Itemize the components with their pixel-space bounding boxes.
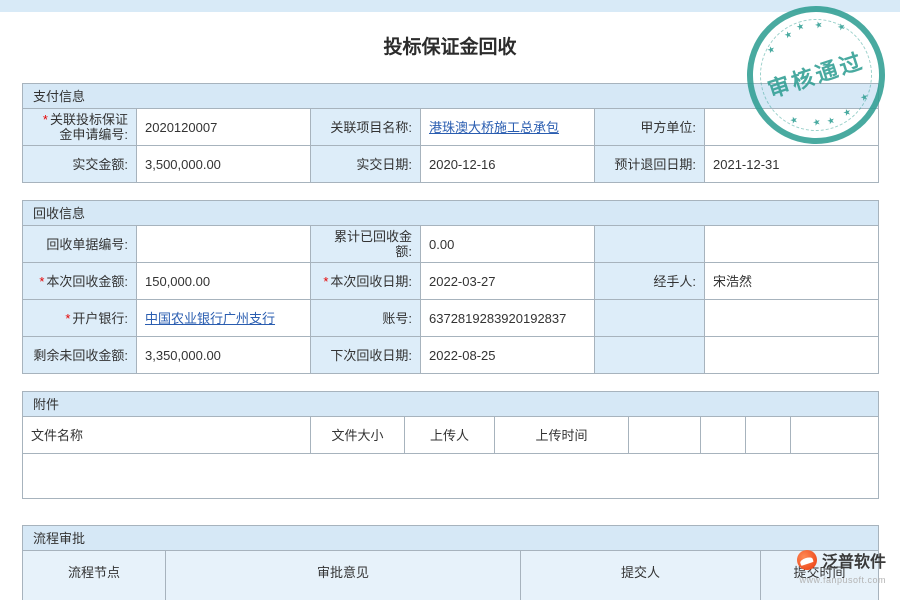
field-value-bank: 中国农业银行广州支行 <box>137 300 311 337</box>
empty-value-cell <box>705 300 879 337</box>
label-text: 回收单据编号: <box>46 237 128 252</box>
label-text: 甲方单位: <box>640 120 696 135</box>
field-value-app-no: 2020120007 <box>137 109 311 146</box>
table-row: *本次回收金额: 150,000.00 *本次回收日期: 2022-03-27 … <box>23 263 879 300</box>
table-row: 回收单据编号: 累计已回收金额: 0.00 <box>23 226 879 263</box>
table-row: 流程审批 <box>23 526 879 551</box>
table-row: *开户银行: 中国农业银行广州支行 账号: 637281928392019283… <box>23 300 879 337</box>
table-row: 文件名称 文件大小 上传人 上传时间 <box>23 417 879 454</box>
field-label-doc-no: 回收单据编号: <box>23 226 137 263</box>
field-label-project: 关联项目名称: <box>311 109 421 146</box>
brand-row: 泛普软件 <box>797 548 886 572</box>
field-value-paid-date: 2020-12-16 <box>421 146 595 183</box>
empty-value-cell <box>705 226 879 263</box>
field-value-return-date: 2021-12-31 <box>705 146 879 183</box>
field-label-party-a: 甲方单位: <box>595 109 705 146</box>
field-value-next-date: 2022-08-25 <box>421 337 595 374</box>
payment-section-title: 支付信息 <box>23 84 879 109</box>
field-label-recovery-date: *本次回收日期: <box>311 263 421 300</box>
approval-section-title: 流程审批 <box>23 526 879 551</box>
label-text: 下次回收日期: <box>330 348 412 363</box>
column-header-upload-time: 上传时间 <box>495 417 629 454</box>
approval-flow-table: 流程审批 流程节点 审批意见 提交人 提交时间 <box>22 525 879 600</box>
required-asterisk: * <box>43 112 48 127</box>
label-text: 本次回收金额: <box>46 274 128 289</box>
table-row: *关联投标保证金申请编号: 2020120007 关联项目名称: 港珠澳大桥施工… <box>23 109 879 146</box>
page-title: 投标保证金回收 <box>0 32 900 59</box>
field-value-total-recovered: 0.00 <box>421 226 595 263</box>
field-value-doc-no <box>137 226 311 263</box>
bank-link[interactable]: 中国农业银行广州支行 <box>145 311 275 326</box>
required-asterisk: * <box>323 274 328 289</box>
field-label-remaining: 剩余未回收金额: <box>23 337 137 374</box>
field-value-paid-amount: 3,500,000.00 <box>137 146 311 183</box>
fanpu-logo-icon <box>797 550 817 570</box>
column-header-flow-node: 流程节点 <box>23 551 166 600</box>
attachments-section-title: 附件 <box>23 392 879 417</box>
attachments-empty-row <box>23 454 879 499</box>
label-text: 经手人: <box>653 274 696 289</box>
label-text: 关联投标保证金申请编号: <box>50 112 128 142</box>
table-row: 回收信息 <box>23 201 879 226</box>
field-label-total-recovered: 累计已回收金额: <box>311 226 421 263</box>
field-label-bank: *开户银行: <box>23 300 137 337</box>
field-value-party-a <box>705 109 879 146</box>
field-value-account: 6372819283920192837 <box>421 300 595 337</box>
empty-column-header <box>629 417 701 454</box>
required-asterisk: * <box>39 274 44 289</box>
page-root: 投标保证金回收 支付信息 *关联投标保证金申请编号: 2020120007 关联… <box>0 0 900 600</box>
field-value-project: 港珠澳大桥施工总承包 <box>421 109 595 146</box>
empty-label-cell <box>595 300 705 337</box>
project-link[interactable]: 港珠澳大桥施工总承包 <box>429 120 559 135</box>
label-text: 实交日期: <box>356 157 412 172</box>
table-row: 附件 <box>23 392 879 417</box>
recovery-info-table: 回收信息 回收单据编号: 累计已回收金额: 0.00 *本次回收金额: 150,… <box>22 200 879 374</box>
label-text: 实交金额: <box>72 157 128 172</box>
field-value-handler: 宋浩然 <box>705 263 879 300</box>
empty-label-cell <box>595 226 705 263</box>
column-header-uploader: 上传人 <box>405 417 495 454</box>
table-row <box>23 454 879 499</box>
column-header-file-name: 文件名称 <box>23 417 311 454</box>
column-header-submitter: 提交人 <box>521 551 761 600</box>
brand-name: 泛普软件 <box>822 548 886 572</box>
payment-info-table: 支付信息 *关联投标保证金申请编号: 2020120007 关联项目名称: 港珠… <box>22 83 879 183</box>
empty-value-cell <box>705 337 879 374</box>
field-label-paid-date: 实交日期: <box>311 146 421 183</box>
empty-label-cell <box>595 337 705 374</box>
field-value-recovery-amount: 150,000.00 <box>137 263 311 300</box>
table-row: 支付信息 <box>23 84 879 109</box>
label-text: 开户银行: <box>72 311 128 326</box>
required-asterisk: * <box>65 311 70 326</box>
field-label-account: 账号: <box>311 300 421 337</box>
field-value-remaining: 3,350,000.00 <box>137 337 311 374</box>
brand-url: www.fanpusoft.com <box>797 575 886 585</box>
recovery-section-title: 回收信息 <box>23 201 879 226</box>
column-header-file-size: 文件大小 <box>311 417 405 454</box>
label-text: 本次回收日期: <box>330 274 412 289</box>
field-label-next-date: 下次回收日期: <box>311 337 421 374</box>
top-accent-bar <box>0 0 900 12</box>
empty-column-header <box>701 417 746 454</box>
table-row: 实交金额: 3,500,000.00 实交日期: 2020-12-16 预计退回… <box>23 146 879 183</box>
field-label-recovery-amount: *本次回收金额: <box>23 263 137 300</box>
label-text: 剩余未回收金额: <box>33 348 128 363</box>
empty-column-header <box>746 417 791 454</box>
table-row: 流程节点 审批意见 提交人 提交时间 <box>23 551 879 600</box>
field-label-return-date: 预计退回日期: <box>595 146 705 183</box>
field-label-paid-amount: 实交金额: <box>23 146 137 183</box>
label-text: 预计退回日期: <box>614 157 696 172</box>
empty-column-header <box>791 417 879 454</box>
label-text: 关联项目名称: <box>330 120 412 135</box>
column-header-opinion: 审批意见 <box>166 551 521 600</box>
field-label-handler: 经手人: <box>595 263 705 300</box>
label-text: 累计已回收金额: <box>334 229 412 259</box>
table-row: 剩余未回收金额: 3,350,000.00 下次回收日期: 2022-08-25 <box>23 337 879 374</box>
attachments-table: 附件 文件名称 文件大小 上传人 上传时间 <box>22 391 879 499</box>
footer-logo: 泛普软件 www.fanpusoft.com <box>797 548 886 585</box>
field-label-app-no: *关联投标保证金申请编号: <box>23 109 137 146</box>
label-text: 账号: <box>382 311 412 326</box>
field-value-recovery-date: 2022-03-27 <box>421 263 595 300</box>
